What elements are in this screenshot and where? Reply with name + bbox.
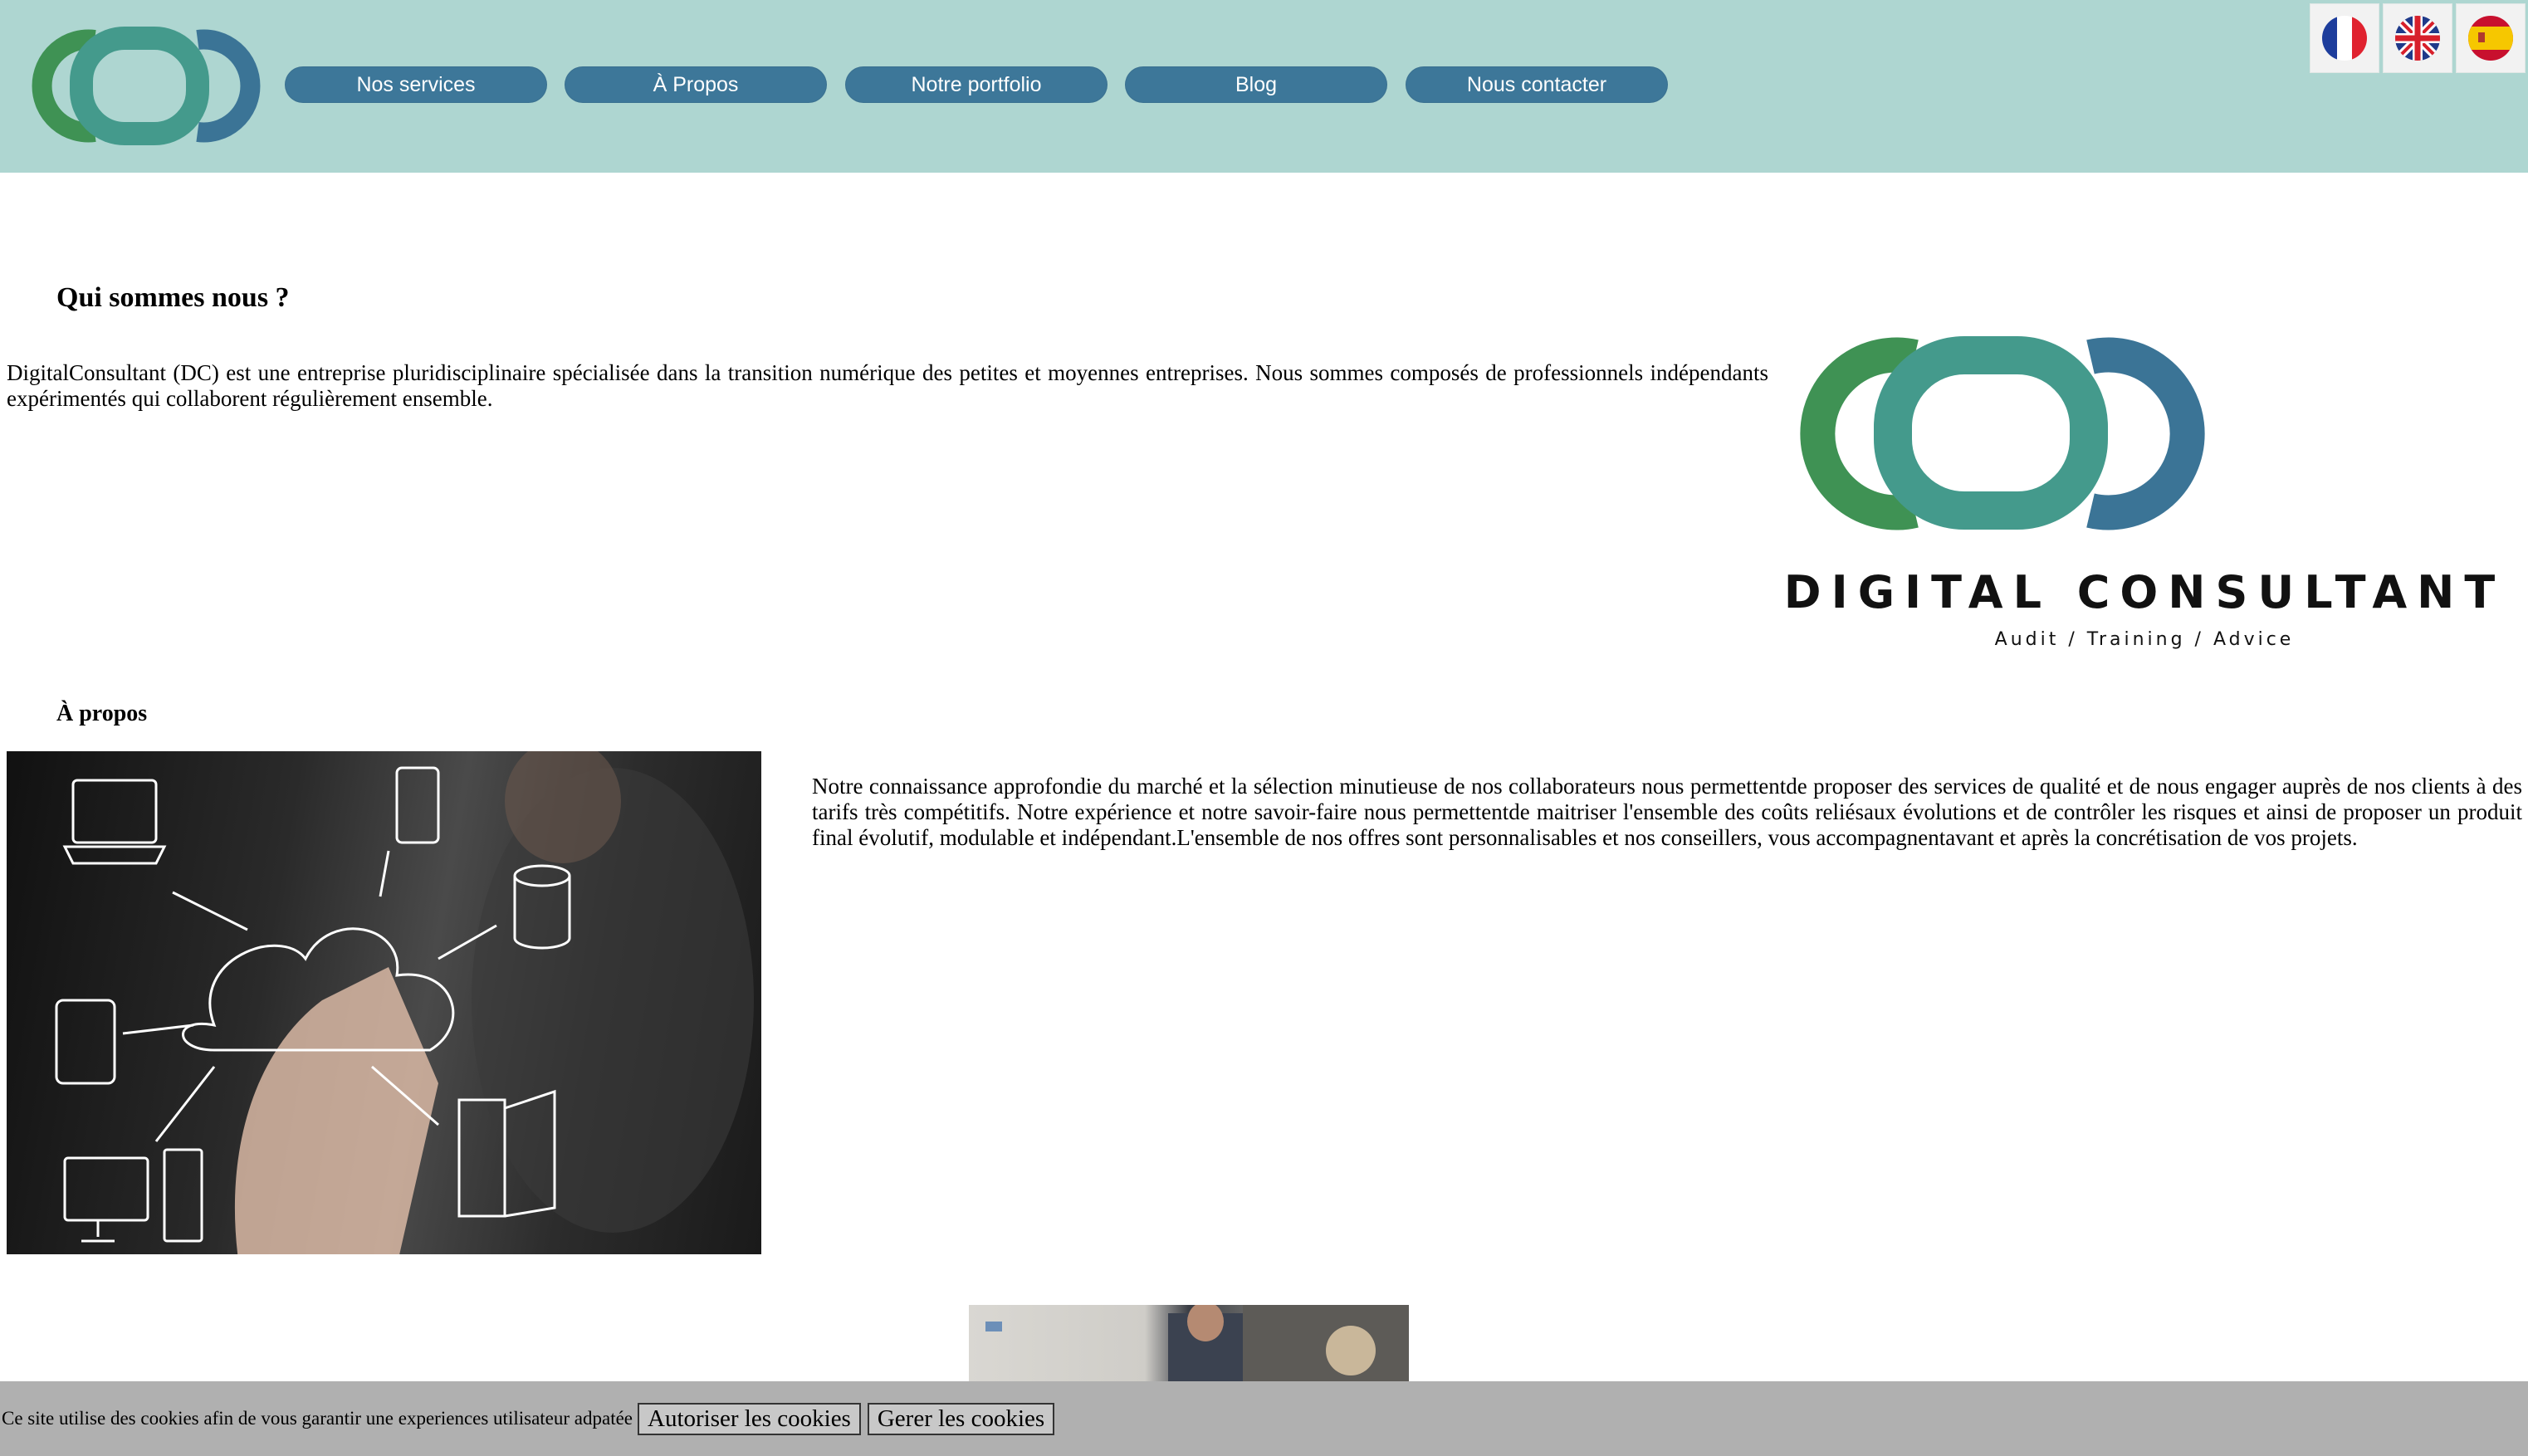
spain-flag-icon (2468, 16, 2513, 61)
cookie-banner: Ce site utilise des cookies afin de vous… (0, 1381, 2528, 1456)
brand-tagline: Audit / Training / Advice (1995, 629, 2295, 650)
nav-notre-portfolio[interactable]: Notre portfolio (845, 66, 1108, 103)
company-logo[interactable] (22, 22, 271, 150)
language-en[interactable] (2383, 3, 2452, 73)
cloud-diagram-photo (7, 751, 761, 1254)
nav-nous-contacter[interactable]: Nous contacter (1406, 66, 1668, 103)
cookie-message: Ce site utilise des cookies afin de vous… (2, 1408, 633, 1429)
team-meeting-photo (969, 1305, 1409, 1384)
manage-cookies-button[interactable]: Gerer les cookies (867, 1402, 1055, 1435)
france-flag-icon (2322, 16, 2367, 61)
language-fr[interactable] (2310, 3, 2379, 73)
intro-title: Qui sommes nous ? (56, 282, 290, 313)
accept-cookies-button[interactable]: Autoriser les cookies (638, 1402, 861, 1435)
brand-name: DIGITAL CONSULTANT (1784, 566, 2505, 618)
nav-blog[interactable]: Blog (1125, 66, 1387, 103)
uk-flag-icon (2395, 16, 2440, 61)
language-es[interactable] (2456, 3, 2526, 73)
about-text: Notre connaissance approfondie du marché… (812, 774, 2522, 850)
about-title: À propos (56, 701, 148, 726)
network-sketch-illustration (55, 751, 754, 1254)
site-header: Nos services À Propos Notre portfolio Bl… (0, 0, 2528, 173)
intro-text: DigitalConsultant (DC) est une entrepris… (7, 360, 1768, 411)
nav-a-propos[interactable]: À Propos (565, 66, 827, 103)
nav-nos-services[interactable]: Nos services (285, 66, 547, 103)
meeting-illustration (985, 1305, 1409, 1384)
digital-consultant-logo: DIGITAL CONSULTANT Audit / Training / Ad… (1784, 336, 2505, 650)
